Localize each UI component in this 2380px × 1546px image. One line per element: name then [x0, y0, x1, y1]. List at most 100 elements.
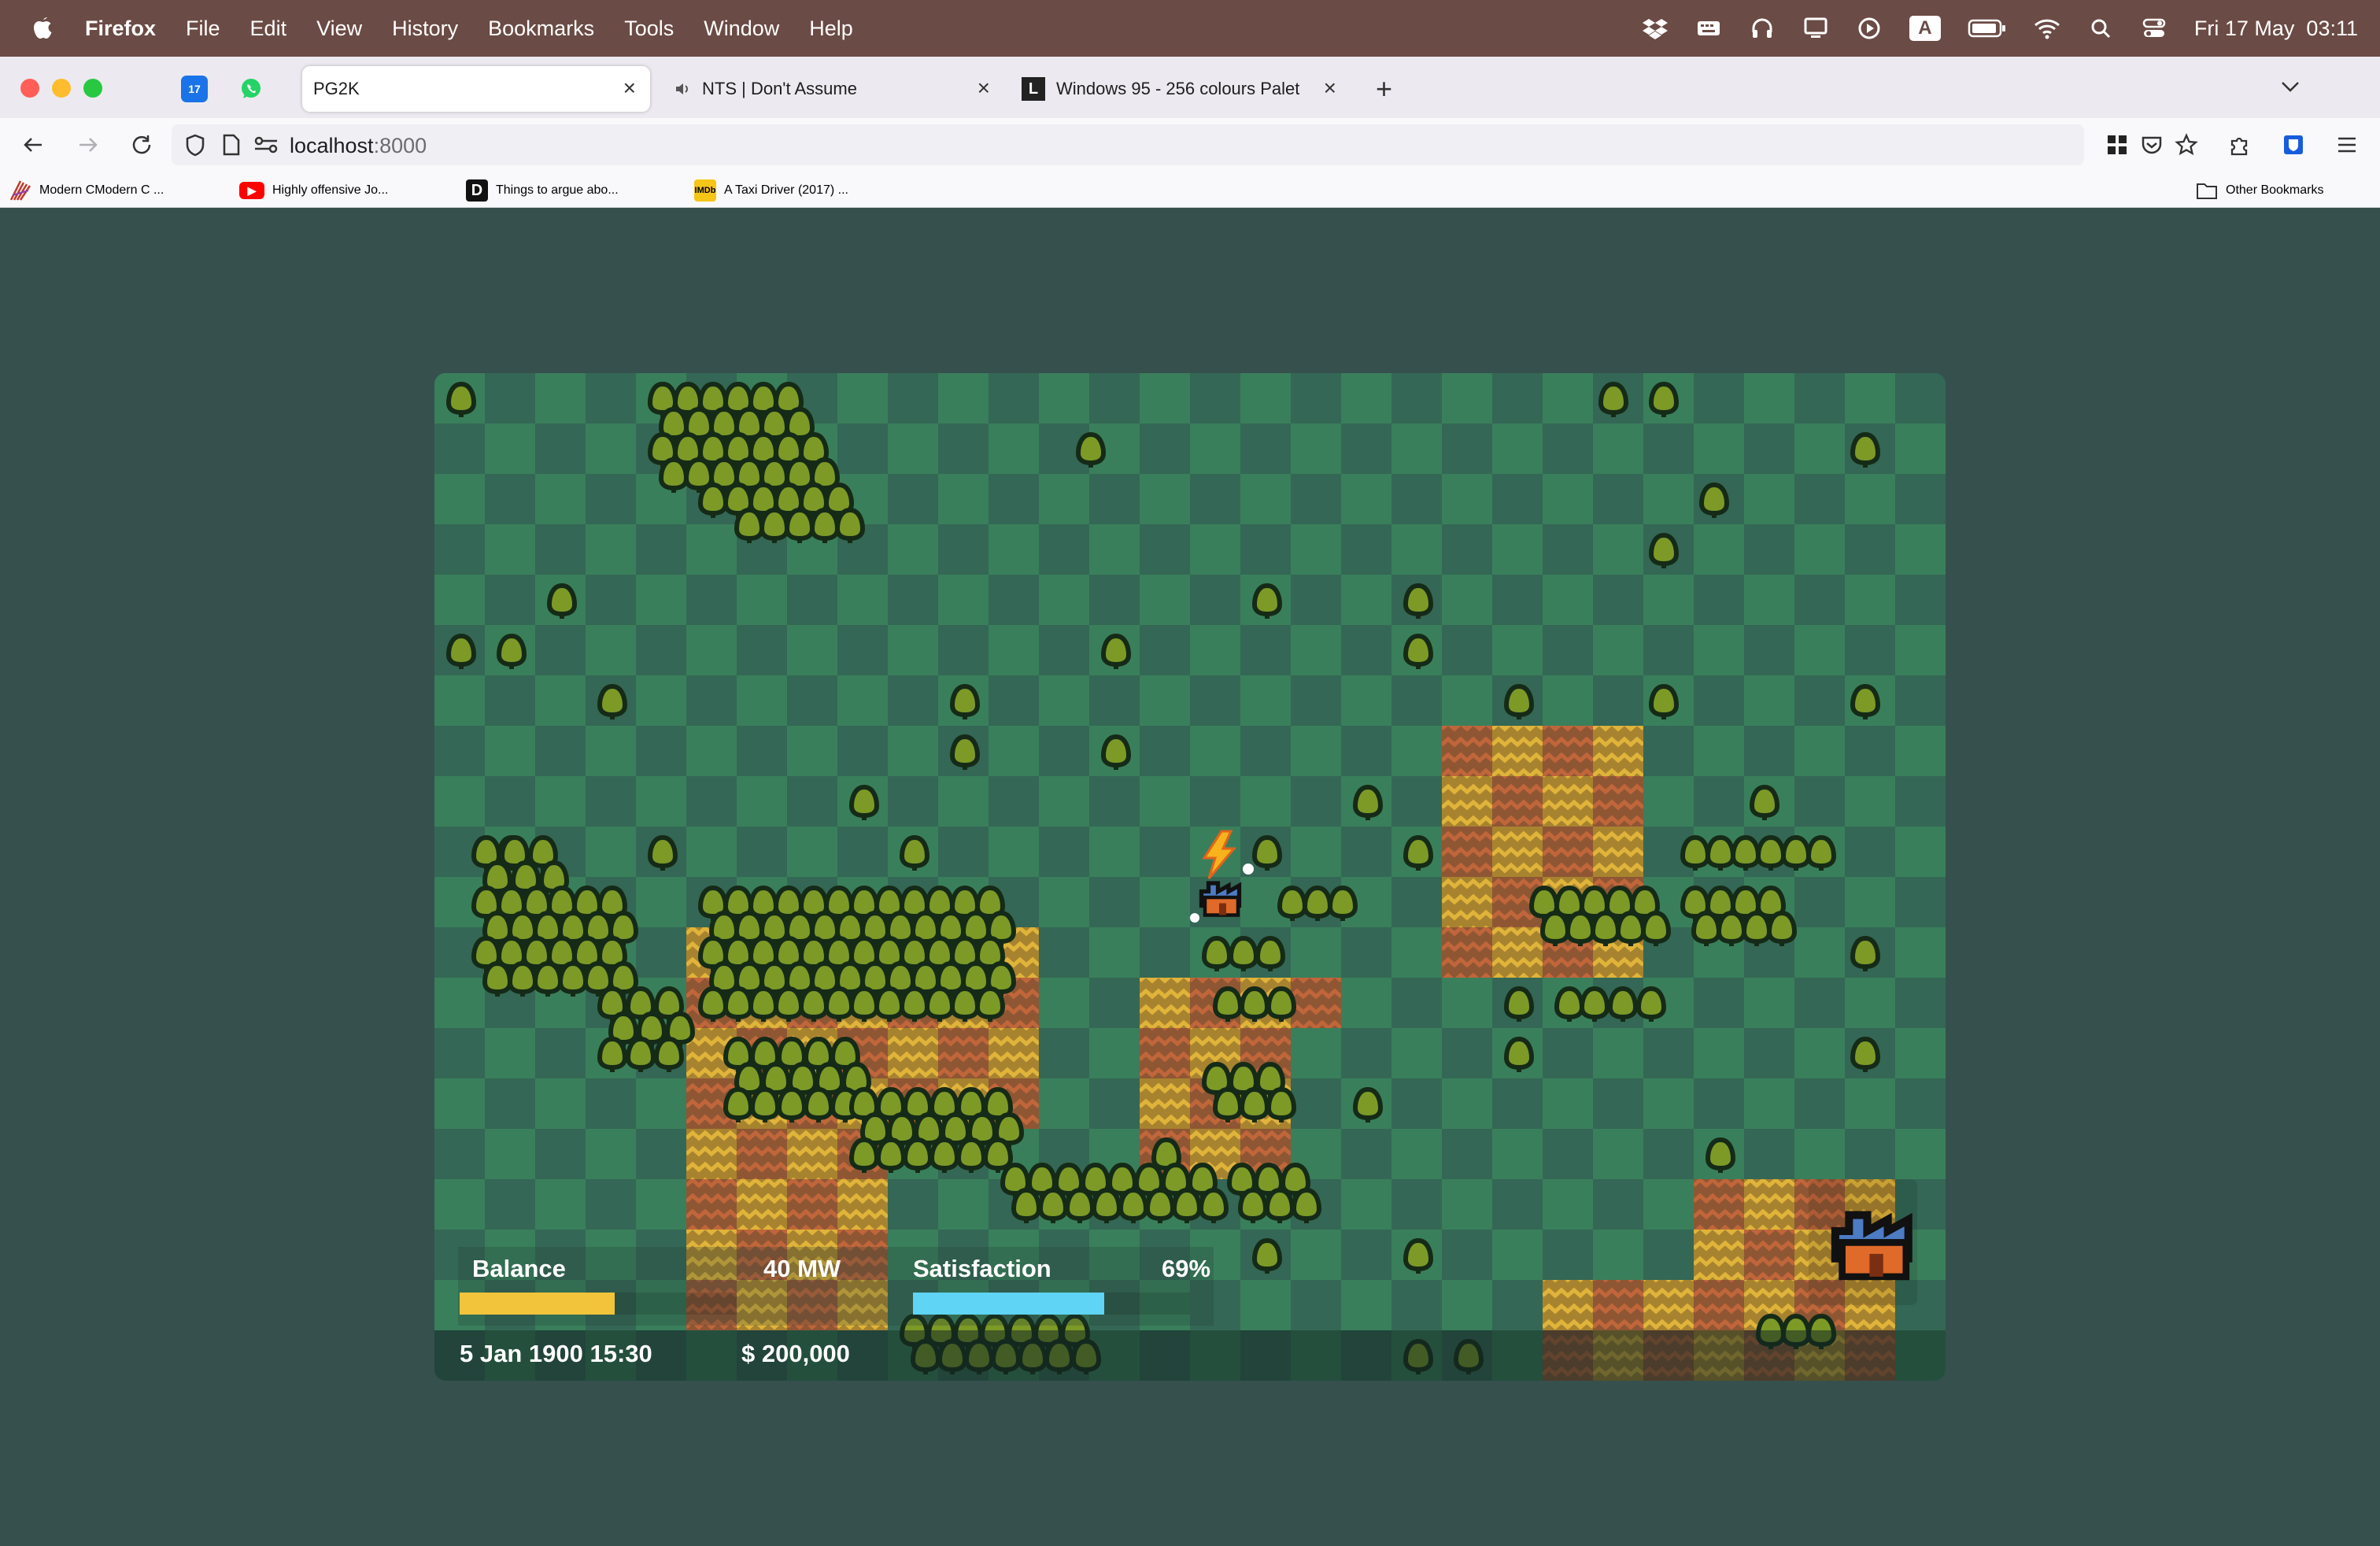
forward-arrow-icon[interactable]: [72, 129, 104, 161]
tree-icon: [752, 1089, 778, 1123]
close-tab-icon[interactable]: ×: [978, 77, 990, 99]
tree-icon: [751, 989, 776, 1022]
tree-icon: [1067, 1190, 1092, 1223]
display-icon[interactable]: [1802, 15, 1829, 42]
url-bar[interactable]: [172, 124, 2084, 165]
permissions-icon[interactable]: [250, 129, 282, 161]
tree-icon: [978, 989, 1003, 1022]
menu-help[interactable]: Help: [809, 17, 853, 41]
tree-icon: [1355, 1089, 1380, 1123]
tree-icon: [449, 636, 474, 669]
tab-nts[interactable]: NTS | Don't Assume ×: [666, 66, 1004, 112]
tree-icon: [1103, 636, 1129, 669]
headphones-icon[interactable]: [1749, 15, 1776, 42]
list-all-tabs-chevron-down-icon[interactable]: [2279, 79, 2301, 98]
site-favicon-icon: L: [1022, 77, 1045, 101]
audio-playing-icon[interactable]: [674, 80, 691, 98]
tree-icon: [656, 1039, 682, 1072]
tree-icon: [650, 838, 675, 871]
apple-menu-icon[interactable]: [31, 15, 55, 42]
menu-edit[interactable]: Edit: [250, 17, 287, 41]
hud-bottom-strip: [434, 1330, 1946, 1381]
bookmark-highly-offensive[interactable]: ▶ Highly offensive Jo...: [239, 178, 388, 203]
whatsapp-icon: [242, 79, 261, 98]
tree-icon: [952, 686, 978, 719]
tree-icon: [852, 989, 877, 1022]
tracking-protection-shield-icon[interactable]: [179, 129, 211, 161]
url-port: :8000: [373, 134, 427, 157]
tree-icon: [449, 384, 474, 417]
tree-icon: [826, 989, 852, 1022]
app-menu-firefox[interactable]: Firefox: [85, 17, 156, 41]
whatsapp-pinned-tab[interactable]: [238, 76, 264, 102]
page-info-icon[interactable]: [216, 129, 247, 161]
build-power-plant-button[interactable]: [1835, 1215, 1909, 1277]
game-map[interactable]: [434, 373, 1946, 1381]
close-tab-icon[interactable]: ×: [623, 77, 636, 99]
keyboard-icon[interactable]: [1695, 15, 1722, 42]
dropbox-icon[interactable]: [1642, 15, 1669, 42]
tab-windows95-palette[interactable]: L Windows 95 - 256 colours Palet ×: [1020, 66, 1351, 112]
satisfaction-value: 69%: [1162, 1255, 1211, 1282]
wifi-icon[interactable]: [2034, 15, 2060, 42]
spotlight-icon[interactable]: [2087, 15, 2114, 42]
bookmark-star-icon[interactable]: [2171, 129, 2202, 161]
menu-bookmarks[interactable]: Bookmarks: [488, 17, 594, 41]
tree-icon: [1406, 586, 1431, 619]
folder-icon: [2197, 183, 2217, 199]
play-icon[interactable]: [1856, 15, 1883, 42]
bookmark-things-to-argue[interactable]: D Things to argue abo...: [466, 178, 619, 203]
app-menu-hamburger-icon[interactable]: [2331, 129, 2363, 161]
game-canvas[interactable]: Balance 40 MW Satisfaction 69% 5 Jan 190…: [434, 373, 1946, 1381]
battery-icon[interactable]: [1968, 15, 2007, 42]
extensions-puzzle-icon[interactable]: [2224, 129, 2256, 161]
menu-tools[interactable]: Tools: [624, 17, 674, 41]
tree-icon: [952, 737, 978, 770]
youtube-icon: ▶: [239, 182, 264, 199]
tree-icon: [1809, 838, 1834, 871]
tree-icon: [837, 510, 863, 543]
tree-icon: [902, 838, 927, 871]
tree-icon: [628, 1039, 653, 1072]
tree-icon: [905, 1140, 930, 1173]
extension-grid-icon[interactable]: [2101, 129, 2133, 161]
tree-icon: [1702, 485, 1727, 518]
new-tab-icon[interactable]: +: [1376, 72, 1392, 105]
control-center-icon[interactable]: [2141, 15, 2168, 42]
bitwarden-extension-icon[interactable]: [2278, 129, 2309, 161]
menu-history[interactable]: History: [392, 17, 458, 41]
calendar-pinned-tab[interactable]: 17: [181, 76, 208, 102]
menu-view[interactable]: View: [316, 17, 362, 41]
tab-pg2k[interactable]: PG2K ×: [302, 66, 650, 112]
colorful-favicon-icon: [9, 179, 31, 202]
tree-icon: [700, 485, 726, 518]
menu-window[interactable]: Window: [704, 17, 779, 41]
other-bookmarks-folder[interactable]: Other Bookmarks: [2196, 178, 2323, 203]
pocket-save-icon[interactable]: [2136, 129, 2168, 161]
close-window-button[interactable]: [20, 79, 39, 98]
bookmark-taxi-driver[interactable]: IMDb A Taxi Driver (2017) ...: [694, 178, 848, 203]
tree-icon: [1708, 838, 1733, 871]
menu-file[interactable]: File: [186, 17, 220, 41]
menubar-clock[interactable]: Fri 17 May 03:11: [2194, 17, 2358, 41]
tree-icon: [1330, 888, 1355, 921]
tree-icon: [779, 1089, 804, 1123]
minimize-window-button[interactable]: [52, 79, 71, 98]
bookmark-modern-c[interactable]: Modern CModern C ...: [9, 178, 164, 203]
tree-icon: [801, 989, 826, 1022]
bookmark-label: A Taxi Driver (2017) ...: [724, 183, 848, 197]
tree-icon: [1258, 938, 1283, 971]
close-tab-icon[interactable]: ×: [1324, 77, 1336, 99]
back-arrow-icon[interactable]: [17, 129, 49, 161]
tree-icon: [852, 787, 877, 820]
zoom-window-button[interactable]: [83, 79, 102, 98]
tree-icon: [1406, 1241, 1431, 1274]
tree-icon: [1506, 1039, 1532, 1072]
reload-icon[interactable]: [126, 129, 157, 161]
tree-icon: [726, 989, 751, 1022]
tree-icon: [1557, 989, 1582, 1022]
input-source-icon[interactable]: A: [1909, 16, 1941, 41]
url-text[interactable]: localhost:8000: [290, 134, 427, 158]
tree-icon: [1269, 989, 1294, 1022]
tree-icon: [1204, 938, 1229, 971]
